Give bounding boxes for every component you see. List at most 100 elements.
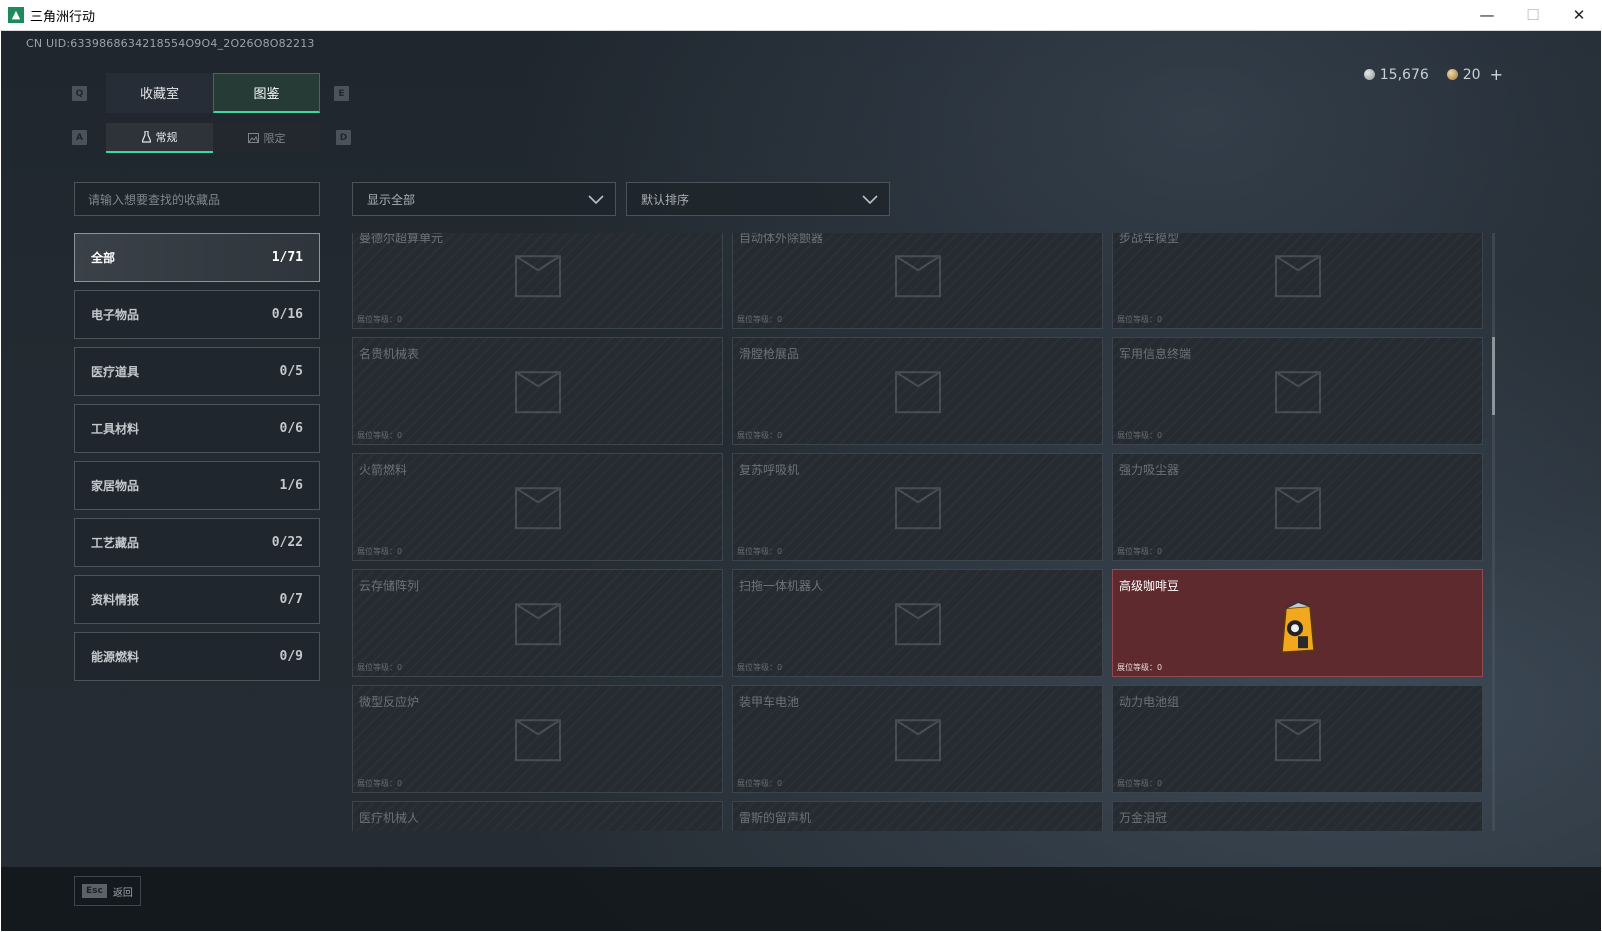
item-level-value: 0 (1157, 431, 1163, 440)
item-level-label: 展位等级： (357, 547, 397, 556)
window-titlebar: ▲ 三角洲行动 — ☐ ✕ (0, 0, 1602, 31)
category-crafts[interactable]: 工艺藏品 0/22 (74, 518, 320, 567)
collection-card[interactable]: 云存储阵列 展位等级：0 (352, 569, 723, 677)
item-silhouette-icon (1274, 371, 1321, 414)
item-level-value: 0 (397, 547, 403, 556)
category-electronics[interactable]: 电子物品 0/16 (74, 290, 320, 339)
scrollbar-thumb[interactable] (1492, 337, 1495, 415)
item-level-value: 0 (1157, 315, 1163, 324)
back-button[interactable]: Esc 返回 (74, 876, 141, 906)
collection-card[interactable]: 步战车模型 展位等级：0 (1112, 233, 1483, 329)
collection-card[interactable]: 复苏呼吸机 展位等级：0 (732, 453, 1103, 561)
category-label: 全部 (91, 251, 116, 265)
item-level: 展位等级：0 (1117, 314, 1162, 325)
collection-card[interactable]: 扫拖一体机器人 展位等级：0 (732, 569, 1103, 677)
collection-grid-viewport: 曼德尔超算单元 展位等级：0 自动体外除颤器 展位等级：0 步战车模型 展位等级：0 名贵机… (352, 233, 1488, 831)
minimize-button[interactable]: — (1464, 0, 1510, 31)
bottom-bar (1, 867, 1601, 931)
category-energy[interactable]: 能源燃料 0/9 (74, 632, 320, 681)
item-level-label: 展位等级： (357, 663, 397, 672)
collection-card[interactable]: 名贵机械表 展位等级：0 (352, 337, 723, 445)
key-hint-d: D (336, 130, 351, 145)
sort-dropdown[interactable]: 默认排序 (626, 182, 890, 216)
back-label: 返回 (112, 887, 133, 899)
item-level: 展位等级：0 (737, 662, 782, 673)
item-level-label: 展位等级： (1117, 431, 1157, 440)
item-level-value: 0 (397, 431, 403, 440)
item-name: 火箭燃料 (359, 463, 408, 477)
collection-card[interactable]: 动力电池组 展位等级：0 (1112, 685, 1483, 793)
collection-card[interactable]: 雷斯的留声机展位等级：0 (732, 801, 1103, 831)
collection-card[interactable]: 微型反应炉 展位等级：0 (352, 685, 723, 793)
item-name: 滑膛枪展品 (739, 347, 800, 361)
coin-amount: 15,676 (1379, 66, 1429, 83)
category-all[interactable]: 全部 1/71 (74, 233, 320, 282)
item-level: 展位等级：0 (1117, 546, 1162, 557)
category-count: 0/6 (279, 421, 303, 436)
category-intel[interactable]: 资料情报 0/7 (74, 575, 320, 624)
item-name: 动力电池组 (1119, 695, 1180, 709)
item-level-label: 展位等级： (1117, 779, 1157, 788)
subtab-limited[interactable]: 限定 (213, 123, 320, 153)
tab-collection-room[interactable]: 收藏室 (106, 73, 213, 113)
maximize-button[interactable]: ☐ (1510, 0, 1556, 31)
item-name: 强力吸尘器 (1119, 463, 1180, 477)
grid-scrollbar[interactable] (1492, 233, 1495, 831)
collection-card[interactable]: 装甲车电池展位等级：0 (732, 685, 1103, 793)
category-count: 0/22 (271, 535, 303, 550)
collection-card[interactable]: 医疗机械人展位等级：0 (352, 801, 723, 831)
item-level: 展位等级：0 (737, 778, 782, 789)
chevron-down-icon (588, 195, 604, 205)
item-name: 装甲车电池 (739, 695, 800, 709)
collection-card[interactable]: 万金泪冠展位等级：0 (1112, 801, 1483, 831)
collection-card[interactable]: 强力吸尘器展位等级：0 (1112, 453, 1483, 561)
collection-card[interactable]: 高级咖啡豆展位等级：0 (1112, 569, 1483, 677)
item-silhouette-icon (514, 487, 561, 530)
item-silhouette-icon (508, 826, 568, 831)
item-level-value: 0 (397, 315, 403, 324)
item-level-value: 0 (777, 663, 783, 672)
close-button[interactable]: ✕ (1556, 0, 1602, 31)
category-label: 能源燃料 (91, 650, 140, 664)
item-level-value: 0 (777, 547, 783, 556)
item-silhouette-icon (894, 603, 941, 646)
item-level-label: 展位等级： (1117, 315, 1157, 324)
chevron-down-icon (862, 195, 878, 205)
item-level: 展位等级：0 (357, 546, 402, 557)
category-medical[interactable]: 医疗道具 0/5 (74, 347, 320, 396)
main-tabs: 收藏室 图鉴 (106, 73, 320, 113)
item-level: 展位等级：0 (1117, 662, 1162, 673)
item-silhouette-icon (1274, 487, 1321, 530)
category-count: 1/71 (271, 250, 303, 265)
display-filter-dropdown[interactable]: 显示全部 (352, 182, 616, 216)
item-silhouette-icon (514, 371, 561, 414)
item-name: 高级咖啡豆 (1119, 579, 1180, 593)
category-tools[interactable]: 工具材料 0/6 (74, 404, 320, 453)
silver-coin-icon (1363, 69, 1375, 80)
collection-card[interactable]: 军用信息终端 展位等级：0 (1112, 337, 1483, 445)
window-title: 三角洲行动 (30, 9, 96, 25)
add-currency-button[interactable]: + (1490, 65, 1503, 84)
subtab-regular-label: 常规 (155, 131, 178, 144)
collection-card[interactable]: 自动体外除颤器 展位等级：0 (732, 233, 1103, 329)
item-silhouette-icon (1274, 719, 1321, 762)
token-balance[interactable]: 20 + (1446, 65, 1503, 84)
item-silhouette-icon (894, 255, 941, 298)
category-list: 全部 1/71 电子物品 0/16 医疗道具 0/5 工具材料 0/6 家居物品… (74, 233, 320, 689)
category-count: 1/6 (279, 478, 303, 493)
item-name: 万金泪冠 (1119, 811, 1168, 825)
item-level: 展位等级：0 (737, 430, 782, 441)
search-input[interactable]: 请输入想要查找的收藏品 (74, 182, 320, 216)
collection-card[interactable]: 滑膛枪展品展位等级：0 (732, 337, 1103, 445)
tab-catalog[interactable]: 图鉴 (213, 73, 320, 113)
item-level: 展位等级：0 (357, 430, 402, 441)
collection-card[interactable]: 火箭燃料展位等级：0 (352, 453, 723, 561)
subtab-regular[interactable]: 常规 (106, 123, 213, 153)
category-household[interactable]: 家居物品 1/6 (74, 461, 320, 510)
item-silhouette-icon (888, 826, 948, 831)
category-count: 0/9 (279, 649, 303, 664)
collection-grid: 曼德尔超算单元 展位等级：0 自动体外除颤器 展位等级：0 步战车模型 展位等级：0 名贵机… (352, 233, 1483, 831)
collection-card[interactable]: 曼德尔超算单元 展位等级：0 (352, 233, 723, 329)
category-label: 家居物品 (91, 479, 140, 493)
category-label: 电子物品 (91, 308, 140, 322)
